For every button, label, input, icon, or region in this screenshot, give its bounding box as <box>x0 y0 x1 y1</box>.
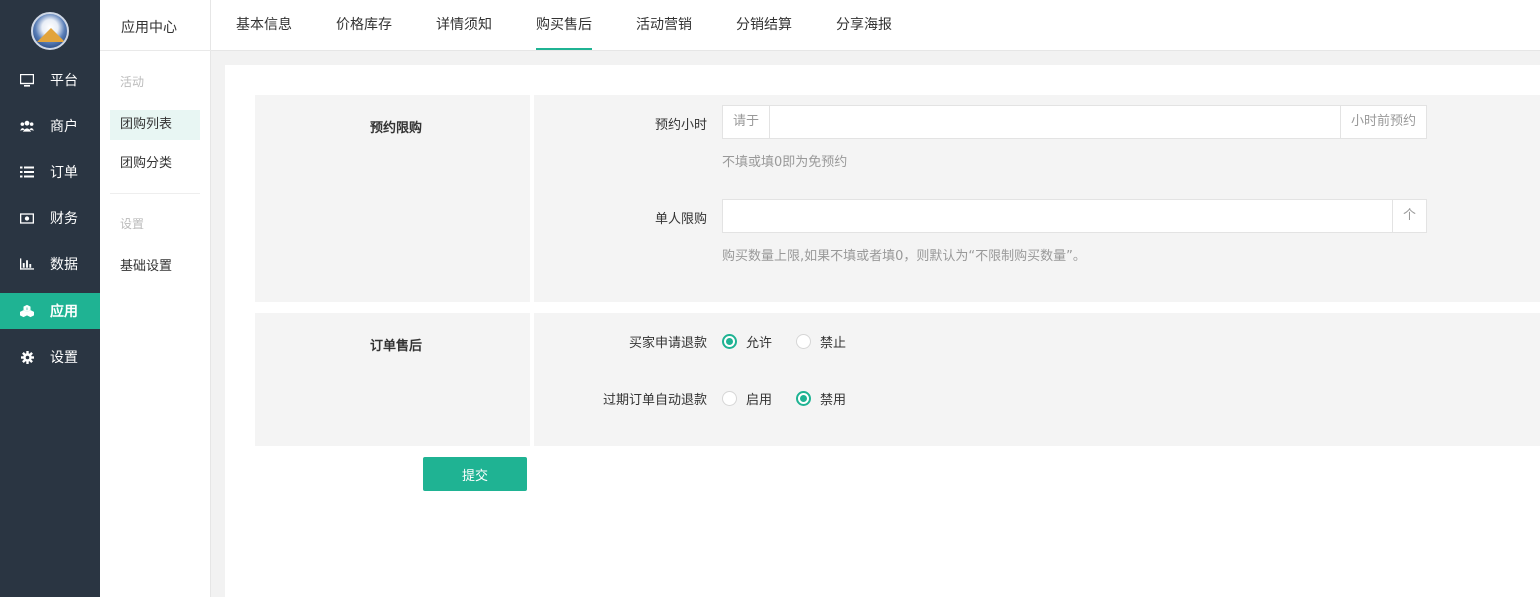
section-limit-header: 预约限购 <box>255 95 530 302</box>
submit-button[interactable]: 提交 <box>423 457 527 491</box>
sidebar-item-group-buy-category[interactable]: 团购分类 <box>110 149 200 179</box>
limit-unit: 个 <box>1391 200 1426 232</box>
tab-details-notice[interactable]: 详情须知 <box>436 0 492 50</box>
nav-item-apps[interactable]: 应用 <box>0 293 100 329</box>
form-card: 预约限购 预约小时 请于 小时前预约 不填或填0即为免预约 单人限购 个 购买数… <box>225 65 1540 597</box>
monitor-icon <box>20 73 34 87</box>
app-logo[interactable] <box>31 12 69 50</box>
reserve-prefix: 请于 <box>723 106 771 138</box>
main-nav: 平台 商户 订单 财务 数据 应用 设置 <box>0 0 100 597</box>
radio-forbid-label[interactable]: 禁止 <box>820 332 846 351</box>
radio-forbid[interactable] <box>796 334 812 349</box>
reserve-hours-group: 请于 小时前预约 <box>722 105 1427 139</box>
tab-marketing[interactable]: 活动营销 <box>636 0 692 50</box>
nav-item-platform[interactable]: 平台 <box>0 62 100 98</box>
section-aftersale-body: 买家申请退款 允许 禁止 过期订单自动退款 启用 禁用 <box>534 313 1540 446</box>
list-icon <box>20 165 34 179</box>
sidebar-group-settings: 设置 <box>120 217 145 231</box>
bar-chart-icon <box>20 257 34 271</box>
section-aftersale-header: 订单售后 <box>255 313 530 446</box>
buyer-refund-label: 买家申请退款 <box>628 336 707 351</box>
sidebar-group-activity: 活动 <box>120 75 145 89</box>
radio-enable-label[interactable]: 启用 <box>746 389 772 408</box>
per-person-limit-label: 单人限购 <box>654 212 707 227</box>
per-person-limit-group: 个 <box>722 199 1427 233</box>
radio-allow[interactable] <box>722 334 737 349</box>
sidebar-item-basic-settings[interactable]: 基础设置 <box>110 252 200 282</box>
sidebar-title: 应用中心 <box>121 20 177 36</box>
auto-refund-label: 过期订单自动退款 <box>602 393 707 408</box>
tab-share-poster[interactable]: 分享海报 <box>836 0 892 50</box>
reserve-suffix: 小时前预约 <box>1339 106 1426 138</box>
limit-help-text: 购买数量上限,如果不填或者填0，则默认为“不限制购买数量”。 <box>722 249 1086 264</box>
users-icon <box>20 119 34 133</box>
nav-item-data[interactable]: 数据 <box>0 246 100 282</box>
section-title: 订单售后 <box>370 339 423 354</box>
nav-item-label: 财务 <box>50 211 78 227</box>
section-limit-body: 预约小时 请于 小时前预约 不填或填0即为免预约 单人限购 个 购买数量上限,如… <box>534 95 1540 302</box>
buyer-refund-options: 允许 禁止 <box>722 332 870 351</box>
nav-item-label: 数据 <box>50 257 78 273</box>
radio-allow-label[interactable]: 允许 <box>746 332 772 351</box>
nav-item-finance[interactable]: 财务 <box>0 200 100 236</box>
reserve-hours-label: 预约小时 <box>654 118 707 133</box>
nav-item-label: 设置 <box>50 350 78 366</box>
tab-distribution[interactable]: 分销结算 <box>736 0 792 50</box>
tab-basic-info[interactable]: 基本信息 <box>236 0 292 50</box>
reserve-help-text: 不填或填0即为免预约 <box>722 155 848 170</box>
nav-item-label: 应用 <box>50 304 78 320</box>
radio-disable-label[interactable]: 禁用 <box>820 389 846 408</box>
tab-purchase-aftersale[interactable]: 购买售后 <box>536 0 592 50</box>
money-icon <box>20 211 34 225</box>
nav-item-merchant[interactable]: 商户 <box>0 108 100 144</box>
auto-refund-options: 启用 禁用 <box>722 389 870 408</box>
gear-icon <box>20 350 34 364</box>
per-person-limit-input[interactable] <box>723 200 1392 232</box>
nav-item-label: 订单 <box>50 165 78 181</box>
divider <box>110 193 200 194</box>
radio-enable[interactable] <box>722 391 737 406</box>
cubes-icon <box>20 304 34 318</box>
nav-item-label: 平台 <box>50 73 78 89</box>
section-title: 预约限购 <box>370 121 423 136</box>
nav-item-settings[interactable]: 设置 <box>0 339 100 375</box>
tab-bar: 基本信息 价格库存 详情须知 购买售后 活动营销 分销结算 分享海报 <box>211 0 1540 51</box>
secondary-sidebar: 应用中心 活动 团购列表 团购分类 设置 基础设置 <box>100 0 211 597</box>
nav-item-order[interactable]: 订单 <box>0 154 100 190</box>
divider <box>100 50 211 51</box>
reserve-hours-input[interactable] <box>770 106 1340 138</box>
sidebar-item-group-buy-list[interactable]: 团购列表 <box>110 110 200 140</box>
nav-item-label: 商户 <box>50 119 78 135</box>
radio-disable[interactable] <box>796 391 812 406</box>
tab-price-stock[interactable]: 价格库存 <box>336 0 392 50</box>
